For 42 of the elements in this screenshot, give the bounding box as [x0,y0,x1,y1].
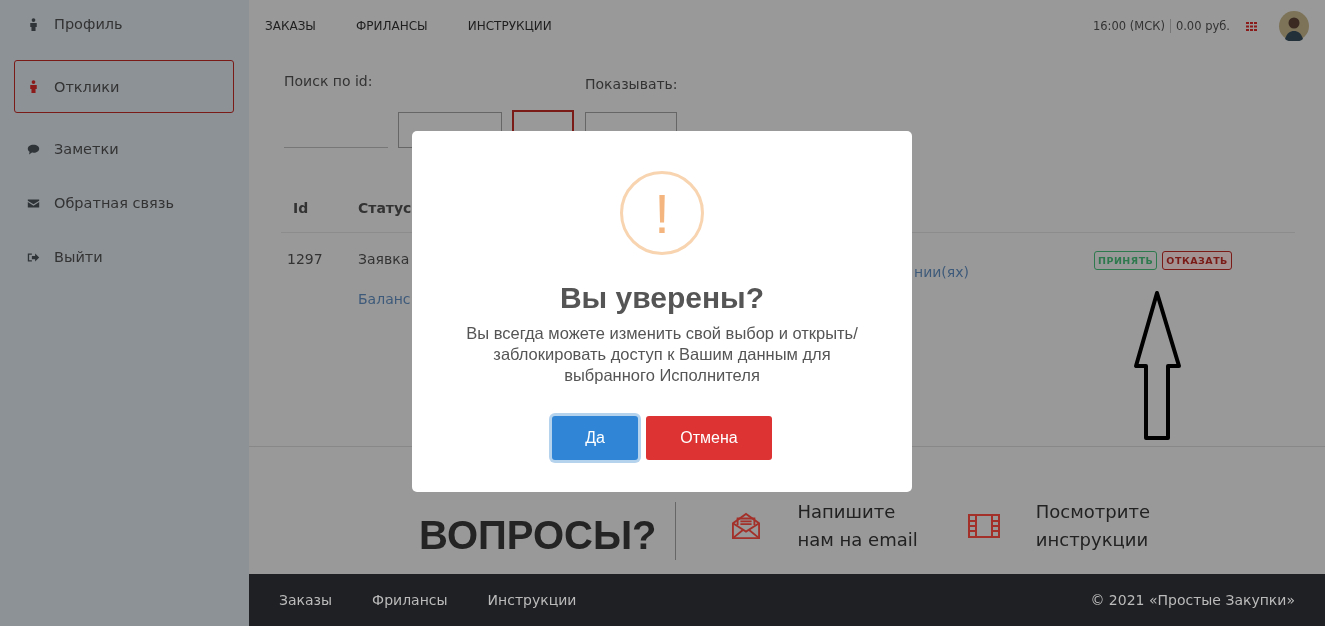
chat-icon [27,142,40,156]
warning-icon: ! [620,171,704,255]
column-header: Статус [358,200,413,216]
search-label: Поиск по id: [284,73,374,89]
contact-text[interactable]: Напишите [797,497,918,526]
table-cell[interactable]: нии(ях) [914,251,1094,280]
table-cell-text: 1297 [287,251,324,269]
contact-text[interactable]: Посмотрите [1035,497,1150,526]
confirm-button[interactable]: Да [552,416,638,460]
envelope-icon[interactable] [729,511,762,540]
footer-link[interactable]: Фрилансы [372,592,448,608]
sidebar-item[interactable]: Заметки [14,131,234,167]
person-icon [27,80,40,93]
film-icon[interactable] [967,511,1000,540]
envelope-icon [27,196,40,210]
exit-icon [27,250,40,264]
sidebar-item[interactable]: Профиль [14,6,234,42]
table-cell: Заявка [358,251,410,267]
contact-text[interactable]: нам на email [797,525,918,554]
contact-text[interactable]: инструкции [1035,525,1150,554]
grid-icon[interactable] [1246,21,1257,31]
avatar-icon[interactable] [1279,11,1309,41]
sidebar-item[interactable]: Выйти [14,239,234,275]
column-header: Id [293,200,310,216]
footer-link[interactable]: Инструкции [487,592,577,608]
balance-link[interactable]: Баланс [358,291,411,307]
dialog-title: Вы уверены? [559,281,765,315]
nav-link[interactable]: ИНСТРУКЦИИ [467,19,552,33]
copyright-text: © 2021 «Простые Закупки» [1090,592,1295,608]
show-label: Показывать: [585,76,678,92]
sidebar-item[interactable]: Обратная связь [14,185,234,221]
dialog-message: Вы всегда можете изменить свой выбор и открыть/ заблокировать доступ к Вашим данным для выбранного Исполнителя [465,323,859,386]
action-button[interactable]: ОТКАЗАТЬ [1162,251,1232,270]
person-icon [27,17,40,31]
nav-link[interactable]: ЗАКАЗЫ [265,19,316,33]
nav-link[interactable]: ФРИЛАНСЫ [355,19,428,33]
cancel-button[interactable]: Отмена [646,416,772,460]
time-text: 16:00 (МСК) [1093,19,1171,33]
questions-heading: ВОПРОСЫ? [419,513,657,558]
balance-text: 0.00 руб. [1174,19,1230,33]
footer-link[interactable]: Заказы [279,592,333,608]
sidebar-item[interactable]: Отклики [14,60,234,113]
